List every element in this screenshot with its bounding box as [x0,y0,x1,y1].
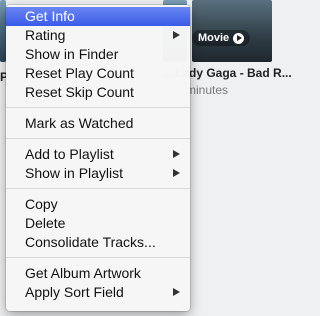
menu-item-label: Mark as Watched [25,115,134,131]
menu-item-label: Copy [25,196,58,212]
submenu-arrow-icon [173,288,180,296]
menu-item-copy[interactable]: Copy [6,195,190,214]
menu-item-label: Reset Play Count [25,65,134,81]
movie-badge[interactable]: Movie [192,30,251,46]
menu-item-add-to-playlist[interactable]: Add to Playlist [6,145,190,164]
menu-item-get-info[interactable]: Get Info [6,7,190,26]
menu-item-rating[interactable]: Rating [6,26,190,45]
context-menu: Get Info Rating Show in Finder Reset Play C… [6,5,190,311]
menu-separator [6,138,190,139]
menu-item-label: Get Album Artwork [25,265,141,281]
movie-badge-label: Movie [198,32,230,44]
menu-item-delete[interactable]: Delete [6,214,190,233]
menu-item-label: Reset Skip Count [25,84,134,100]
menu-item-get-album-artwork[interactable]: Get Album Artwork [6,264,190,283]
submenu-arrow-icon [173,31,180,39]
menu-item-mark-as-watched[interactable]: Mark as Watched [6,114,190,133]
menu-item-label: Add to Playlist [25,146,114,162]
item-subtitle: minutes [186,83,229,97]
menu-item-label: Delete [25,215,66,231]
menu-item-label: Show in Playlist [25,165,124,181]
menu-item-apply-sort-field[interactable]: Apply Sort Field [6,283,190,302]
menu-separator [6,188,190,189]
menu-item-consolidate-tracks[interactable]: Consolidate Tracks... [6,233,190,252]
menu-item-label: Get Info [25,8,75,24]
submenu-arrow-icon [173,150,180,158]
menu-item-label: Show in Finder [25,46,119,62]
menu-item-show-in-finder[interactable]: Show in Finder [6,45,190,64]
menu-item-reset-skip-count[interactable]: Reset Skip Count [6,83,190,102]
menu-item-label: Rating [25,27,66,43]
menu-item-show-in-playlist[interactable]: Show in Playlist [6,164,190,183]
menu-separator [6,107,190,108]
play-icon[interactable] [233,32,245,44]
menu-item-label: Consolidate Tracks... [25,234,156,250]
menu-item-reset-play-count[interactable]: Reset Play Count [6,64,190,83]
submenu-arrow-icon [173,169,180,177]
menu-separator [6,257,190,258]
menu-item-label: Apply Sort Field [25,284,124,300]
